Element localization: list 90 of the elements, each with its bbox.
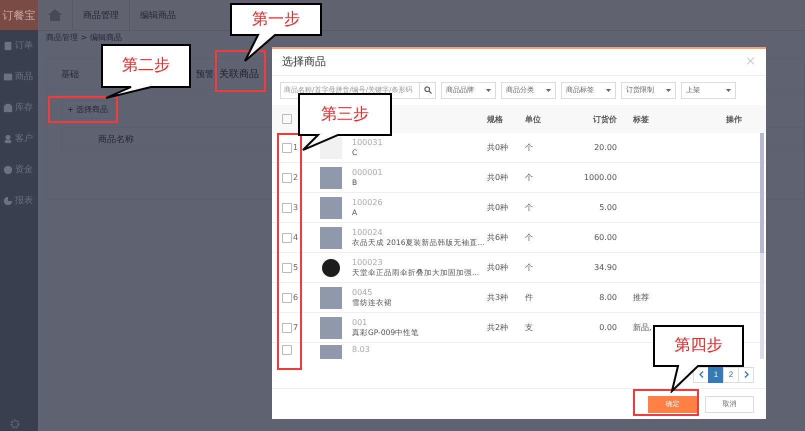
spec-cell: 共0种 <box>487 143 508 152</box>
select-all-checkbox[interactable] <box>282 114 292 124</box>
column-header: 商品名称 <box>98 134 134 146</box>
user-icon <box>3 132 13 144</box>
edit-tab[interactable]: 基础 <box>53 59 87 89</box>
price-cell: 5.00 <box>599 202 617 212</box>
photo-placeholder <box>320 166 342 189</box>
highlight-frame <box>48 96 118 123</box>
product-code: 001 <box>352 318 368 327</box>
price-cell: 0.00 <box>599 322 617 332</box>
row-number: 6 <box>293 293 298 302</box>
document-icon <box>3 40 13 52</box>
edit-tab[interactable]: 关联商品 <box>219 59 259 89</box>
row-checkbox[interactable] <box>282 172 292 183</box>
pie-chart-icon <box>3 194 13 206</box>
product-code: 100023 <box>352 258 384 267</box>
row-checkbox[interactable] <box>282 142 292 153</box>
row-checkbox[interactable] <box>282 292 292 303</box>
highlight-frame <box>633 389 699 416</box>
unit-cell: 件 <box>525 293 533 302</box>
caret-icon <box>546 88 551 92</box>
price-cell: 20.00 <box>594 142 617 152</box>
home-icon[interactable] <box>48 9 62 21</box>
product-code: 8.03 <box>352 345 371 354</box>
spec-cell: 共0种 <box>487 173 508 182</box>
row-checkbox[interactable] <box>282 262 292 273</box>
unit-cell: 支 <box>525 323 533 332</box>
unit-cell: 个 <box>525 203 533 212</box>
top-tab[interactable]: 编辑商品 <box>129 0 186 30</box>
row-checkbox[interactable] <box>282 345 292 356</box>
spec-cell: 共0种 <box>487 203 508 212</box>
edit-tab[interactable]: 预警 <box>196 59 214 89</box>
scrollbar[interactable] <box>760 133 764 359</box>
spec-cell: 共3种 <box>487 293 508 302</box>
column-header: 规格 <box>487 114 503 124</box>
price-cell: 60.00 <box>594 232 617 242</box>
caret-icon <box>726 88 731 92</box>
caret-icon <box>606 88 611 92</box>
step-callout: 第二步 <box>101 44 191 100</box>
next-page-button[interactable] <box>738 366 754 383</box>
breadcrumb: 商品管理 > 编辑商品 <box>46 33 122 42</box>
unit-cell: 个 <box>525 263 533 272</box>
caret-icon <box>486 88 491 92</box>
unit-cell: 个 <box>525 173 533 182</box>
spec-cell: 共0种 <box>487 263 508 272</box>
search-button[interactable] <box>420 82 436 99</box>
settings-icon[interactable] <box>10 419 20 429</box>
tag-cell: 推荐 <box>633 293 649 302</box>
row-checkbox[interactable] <box>282 232 292 243</box>
price-cell: 8.00 <box>599 292 617 302</box>
row-checkbox[interactable] <box>282 322 292 333</box>
row-number: 1 <box>293 143 298 152</box>
spec-cell: 共6种 <box>487 233 508 242</box>
column-header: 订货价 <box>593 114 617 124</box>
tag-cell: 新品, <box>633 323 652 332</box>
chevron-right-icon <box>744 371 748 378</box>
box-icon <box>3 70 13 82</box>
chevron-left-icon <box>698 371 704 378</box>
product-code: 100024 <box>352 228 384 237</box>
coin-icon <box>3 164 13 176</box>
product-code: 000001 <box>352 168 384 178</box>
search-icon <box>424 86 432 94</box>
price-cell: 1000.00 <box>584 172 617 182</box>
caret-icon <box>666 88 671 92</box>
highlight-frame <box>215 50 266 92</box>
unit-cell: 个 <box>525 233 533 242</box>
column-header: 标签 <box>633 114 649 124</box>
product-code: 100026 <box>352 198 384 208</box>
product-code: 100031 <box>352 138 384 148</box>
row-number: 3 <box>293 203 298 212</box>
dialog-title: 选择商品 <box>282 54 326 70</box>
photo-placeholder <box>320 226 342 249</box>
top-tab[interactable]: 商品管理 <box>72 0 129 30</box>
column-header: 单位 <box>525 114 541 124</box>
column-header: 操作 <box>726 114 742 124</box>
product-code: 0045 <box>352 288 374 297</box>
briefcase-icon <box>3 102 13 114</box>
price-cell: 34.90 <box>594 262 617 272</box>
row-number: 7 <box>293 323 298 332</box>
row-number: 2 <box>293 173 298 182</box>
app-logo: 订餐宝 <box>0 0 38 30</box>
row-number: 4 <box>293 233 298 242</box>
spec-cell: 共2种 <box>487 323 508 332</box>
row-number: 5 <box>293 263 298 272</box>
select-product-button[interactable]: + 选择商品 <box>61 100 114 119</box>
row-checkbox[interactable] <box>282 202 292 213</box>
unit-cell: 个 <box>525 143 533 152</box>
photo-placeholder <box>320 196 342 219</box>
photo-placeholder <box>320 286 342 309</box>
photo-placeholder <box>320 316 342 339</box>
